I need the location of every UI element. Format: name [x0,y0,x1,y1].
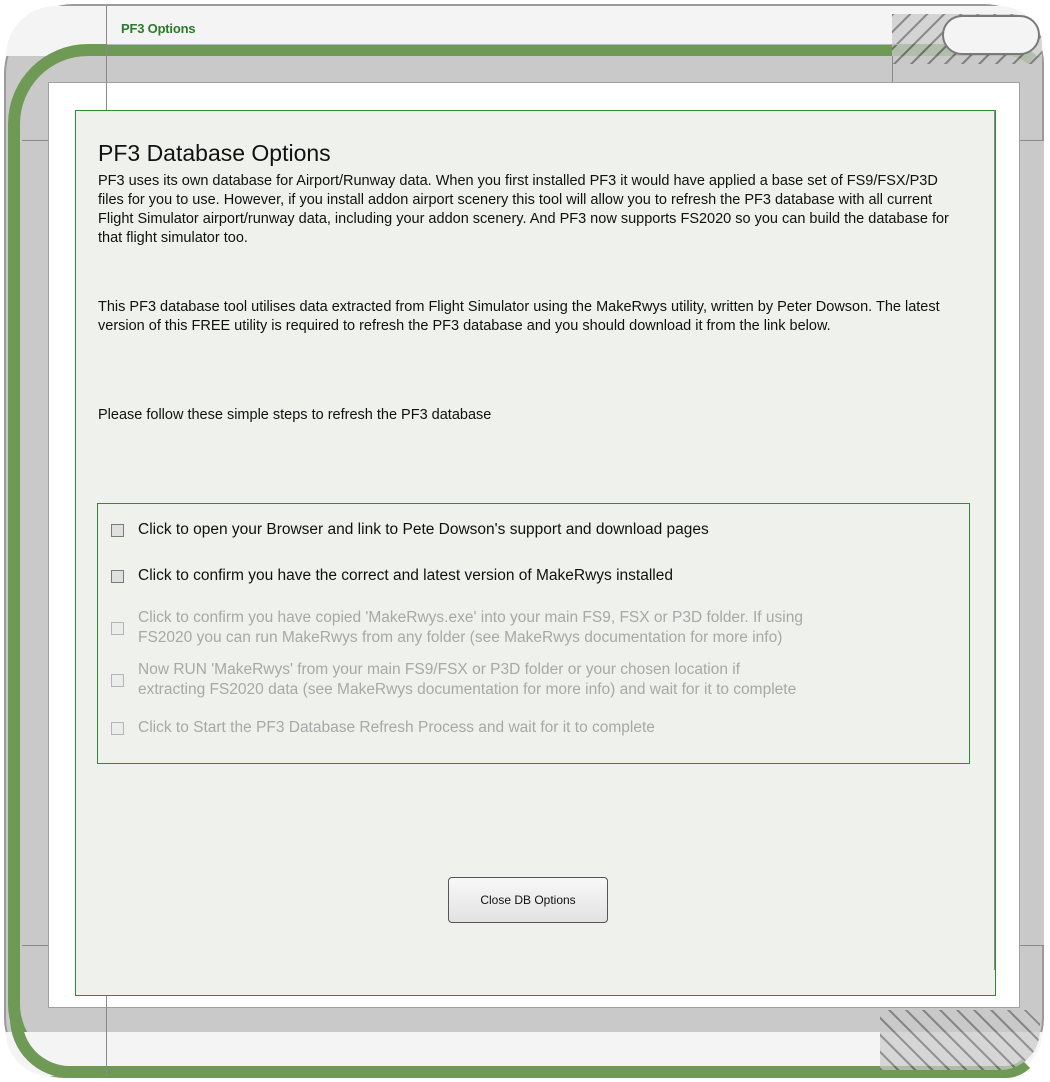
title-divider [106,44,906,45]
instructions-paragraph: Please follow these simple steps to refr… [98,407,492,423]
frame-divider-right [892,56,893,82]
intro-paragraph: PF3 uses its own database for Airport/Ru… [98,173,949,246]
step-confirm-copied: Click to confirm you have copied 'MakeRw… [111,608,961,648]
frame-rail-left [22,140,48,946]
step-open-browser[interactable]: Click to open your Browser and link to P… [111,520,961,540]
step-checkbox [111,621,124,635]
step-confirm-version[interactable]: Click to confirm you have the correct an… [111,566,961,586]
step-label: Now RUN 'MakeRwys' from your main FS9/FS… [138,661,797,698]
step-checkbox[interactable] [111,523,124,537]
panel-divider-right [994,110,995,970]
close-db-options-button[interactable]: Close DB Options [448,877,608,923]
window-control-pill[interactable] [942,15,1040,55]
step-run-makerwys: Now RUN 'MakeRwys' from your main FS9/FS… [111,660,961,700]
frame-decoration-hatch-bottom [880,1010,1040,1070]
step-start-refresh: Click to Start the PF3 Database Refresh … [111,718,961,738]
step-label: Click to confirm you have copied 'MakeRw… [138,609,803,646]
step-checkbox [111,673,124,687]
step-label: Click to Start the PF3 Database Refresh … [138,719,655,736]
makerwys-paragraph: This PF3 database tool utilises data ext… [98,299,940,334]
step-checkbox [111,721,124,735]
frame-rail-right [1020,140,1044,946]
page-title: PF3 Database Options [98,140,331,166]
step-label: Click to confirm you have the correct an… [138,567,673,584]
step-label: Click to open your Browser and link to P… [138,521,709,538]
pf3-options-window: PF3 Options PF3 Database Options PF3 use… [0,0,1050,1082]
window-title: PF3 Options [121,21,196,36]
step-checkbox[interactable] [111,569,124,583]
